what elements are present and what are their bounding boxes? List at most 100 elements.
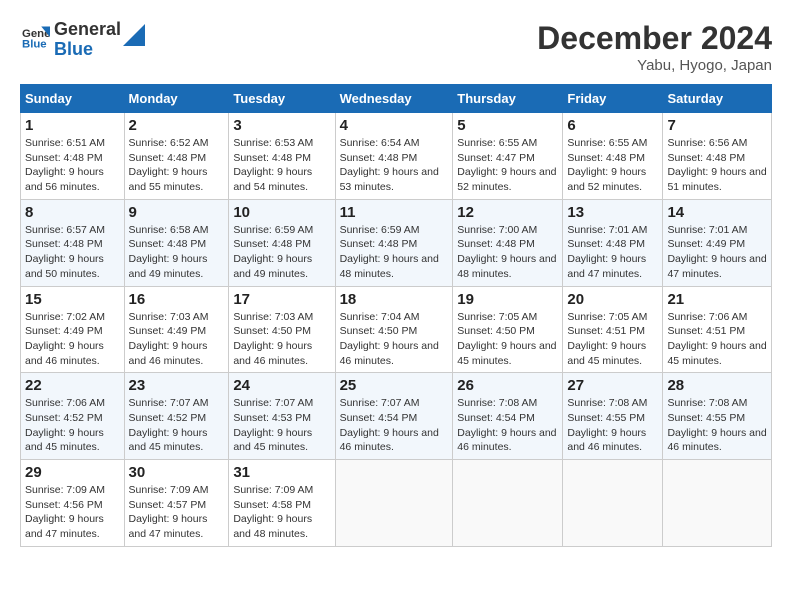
day-number: 25 (340, 377, 449, 394)
day-info: Sunrise: 7:08 AMSunset: 4:54 PMDaylight:… (457, 396, 558, 455)
day-number: 28 (667, 377, 767, 394)
day-info: Sunrise: 7:03 AMSunset: 4:49 PMDaylight:… (129, 310, 225, 369)
weekday-header-wednesday: Wednesday (335, 85, 453, 113)
calendar-cell: 26 Sunrise: 7:08 AMSunset: 4:54 PMDayligh… (453, 373, 563, 460)
calendar-cell: 11 Sunrise: 6:59 AMSunset: 4:48 PMDayligh… (335, 199, 453, 286)
calendar-cell: 25 Sunrise: 7:07 AMSunset: 4:54 PMDayligh… (335, 373, 453, 460)
page-header: General Blue General Blue December 2024 … (20, 20, 772, 74)
day-number: 8 (25, 204, 120, 221)
logo-blue: Blue (54, 40, 121, 60)
calendar-cell (563, 460, 663, 547)
calendar-cell: 15 Sunrise: 7:02 AMSunset: 4:49 PMDayligh… (21, 286, 125, 373)
day-number: 4 (340, 117, 449, 134)
calendar-cell (335, 460, 453, 547)
day-info: Sunrise: 6:59 AMSunset: 4:48 PMDaylight:… (340, 223, 449, 282)
day-number: 9 (129, 204, 225, 221)
month-title: December 2024 (537, 20, 772, 57)
calendar-week-4: 22 Sunrise: 7:06 AMSunset: 4:52 PMDayligh… (21, 373, 772, 460)
day-number: 14 (667, 204, 767, 221)
calendar-cell: 2 Sunrise: 6:52 AMSunset: 4:48 PMDaylight… (124, 113, 229, 200)
day-info: Sunrise: 7:04 AMSunset: 4:50 PMDaylight:… (340, 310, 449, 369)
day-info: Sunrise: 7:07 AMSunset: 4:53 PMDaylight:… (233, 396, 330, 455)
logo-general: General (54, 20, 121, 40)
day-number: 19 (457, 291, 558, 308)
weekday-header-sunday: Sunday (21, 85, 125, 113)
day-number: 20 (567, 291, 658, 308)
weekday-header-monday: Monday (124, 85, 229, 113)
day-number: 18 (340, 291, 449, 308)
day-number: 27 (567, 377, 658, 394)
day-info: Sunrise: 6:52 AMSunset: 4:48 PMDaylight:… (129, 136, 225, 195)
day-number: 10 (233, 204, 330, 221)
day-info: Sunrise: 7:06 AMSunset: 4:52 PMDaylight:… (25, 396, 120, 455)
calendar-cell: 28 Sunrise: 7:08 AMSunset: 4:55 PMDayligh… (663, 373, 772, 460)
calendar-cell: 27 Sunrise: 7:08 AMSunset: 4:55 PMDayligh… (563, 373, 663, 460)
title-block: December 2024 Yabu, Hyogo, Japan (537, 20, 772, 74)
calendar-cell: 29 Sunrise: 7:09 AMSunset: 4:56 PMDayligh… (21, 460, 125, 547)
day-number: 2 (129, 117, 225, 134)
day-number: 30 (129, 464, 225, 481)
weekday-header-friday: Friday (563, 85, 663, 113)
weekday-header-thursday: Thursday (453, 85, 563, 113)
calendar-cell: 19Sunrise: 7:05 AMSunset: 4:50 PMDayligh… (453, 286, 563, 373)
calendar-cell: 3 Sunrise: 6:53 AMSunset: 4:48 PMDaylight… (229, 113, 335, 200)
calendar-cell: 14Sunrise: 7:01 AMSunset: 4:49 PMDayligh… (663, 199, 772, 286)
day-info: Sunrise: 6:59 AMSunset: 4:48 PMDaylight:… (233, 223, 330, 282)
day-number: 17 (233, 291, 330, 308)
day-number: 21 (667, 291, 767, 308)
day-number: 24 (233, 377, 330, 394)
day-number: 6 (567, 117, 658, 134)
day-number: 15 (25, 291, 120, 308)
calendar-cell: 17 Sunrise: 7:03 AMSunset: 4:50 PMDayligh… (229, 286, 335, 373)
calendar-cell: 12 Sunrise: 7:00 AMSunset: 4:48 PMDayligh… (453, 199, 563, 286)
day-number: 12 (457, 204, 558, 221)
calendar-week-3: 15 Sunrise: 7:02 AMSunset: 4:49 PMDayligh… (21, 286, 772, 373)
day-info: Sunrise: 6:56 AMSunset: 4:48 PMDaylight:… (667, 136, 767, 195)
calendar-cell: 31Sunrise: 7:09 AMSunset: 4:58 PMDayligh… (229, 460, 335, 547)
calendar-cell: 22 Sunrise: 7:06 AMSunset: 4:52 PMDayligh… (21, 373, 125, 460)
calendar-cell: 21Sunrise: 7:06 AMSunset: 4:51 PMDayligh… (663, 286, 772, 373)
day-info: Sunrise: 7:07 AMSunset: 4:54 PMDaylight:… (340, 396, 449, 455)
day-info: Sunrise: 7:08 AMSunset: 4:55 PMDaylight:… (667, 396, 767, 455)
day-number: 26 (457, 377, 558, 394)
calendar-cell: 5Sunrise: 6:55 AMSunset: 4:47 PMDaylight… (453, 113, 563, 200)
day-info: Sunrise: 6:57 AMSunset: 4:48 PMDaylight:… (25, 223, 120, 282)
calendar-cell: 1Sunrise: 6:51 AMSunset: 4:48 PMDaylight… (21, 113, 125, 200)
calendar-cell: 4 Sunrise: 6:54 AMSunset: 4:48 PMDaylight… (335, 113, 453, 200)
calendar-cell: 16 Sunrise: 7:03 AMSunset: 4:49 PMDayligh… (124, 286, 229, 373)
day-info: Sunrise: 7:02 AMSunset: 4:49 PMDaylight:… (25, 310, 120, 369)
day-info: Sunrise: 6:54 AMSunset: 4:48 PMDaylight:… (340, 136, 449, 195)
day-info: Sunrise: 6:53 AMSunset: 4:48 PMDaylight:… (233, 136, 330, 195)
day-info: Sunrise: 6:58 AMSunset: 4:48 PMDaylight:… (129, 223, 225, 282)
day-info: Sunrise: 7:03 AMSunset: 4:50 PMDaylight:… (233, 310, 330, 369)
day-info: Sunrise: 7:08 AMSunset: 4:55 PMDaylight:… (567, 396, 658, 455)
day-number: 13 (567, 204, 658, 221)
calendar-cell: 7 Sunrise: 6:56 AMSunset: 4:48 PMDaylight… (663, 113, 772, 200)
calendar-cell: 13 Sunrise: 7:01 AMSunset: 4:48 PMDayligh… (563, 199, 663, 286)
day-number: 16 (129, 291, 225, 308)
calendar-cell: 20 Sunrise: 7:05 AMSunset: 4:51 PMDayligh… (563, 286, 663, 373)
day-number: 5 (457, 117, 558, 134)
calendar-cell: 30 Sunrise: 7:09 AMSunset: 4:57 PMDayligh… (124, 460, 229, 547)
day-number: 1 (25, 117, 120, 134)
day-number: 23 (129, 377, 225, 394)
day-info: Sunrise: 7:00 AMSunset: 4:48 PMDaylight:… (457, 223, 558, 282)
calendar-cell: 23Sunrise: 7:07 AMSunset: 4:52 PMDayligh… (124, 373, 229, 460)
calendar-week-5: 29 Sunrise: 7:09 AMSunset: 4:56 PMDayligh… (21, 460, 772, 547)
day-info: Sunrise: 7:09 AMSunset: 4:56 PMDaylight:… (25, 483, 120, 542)
day-number: 11 (340, 204, 449, 221)
day-info: Sunrise: 7:01 AMSunset: 4:48 PMDaylight:… (567, 223, 658, 282)
day-info: Sunrise: 6:55 AMSunset: 4:48 PMDaylight:… (567, 136, 658, 195)
calendar-cell: 24 Sunrise: 7:07 AMSunset: 4:53 PMDayligh… (229, 373, 335, 460)
day-info: Sunrise: 7:09 AMSunset: 4:57 PMDaylight:… (129, 483, 225, 542)
day-info: Sunrise: 7:05 AMSunset: 4:51 PMDaylight:… (567, 310, 658, 369)
day-number: 3 (233, 117, 330, 134)
weekday-header-tuesday: Tuesday (229, 85, 335, 113)
day-info: Sunrise: 7:09 AMSunset: 4:58 PMDaylight:… (233, 483, 330, 542)
day-number: 29 (25, 464, 120, 481)
calendar-cell: 6 Sunrise: 6:55 AMSunset: 4:48 PMDaylight… (563, 113, 663, 200)
day-number: 22 (25, 377, 120, 394)
calendar-cell: 18 Sunrise: 7:04 AMSunset: 4:50 PMDayligh… (335, 286, 453, 373)
day-number: 7 (667, 117, 767, 134)
logo: General Blue General Blue (20, 20, 145, 60)
